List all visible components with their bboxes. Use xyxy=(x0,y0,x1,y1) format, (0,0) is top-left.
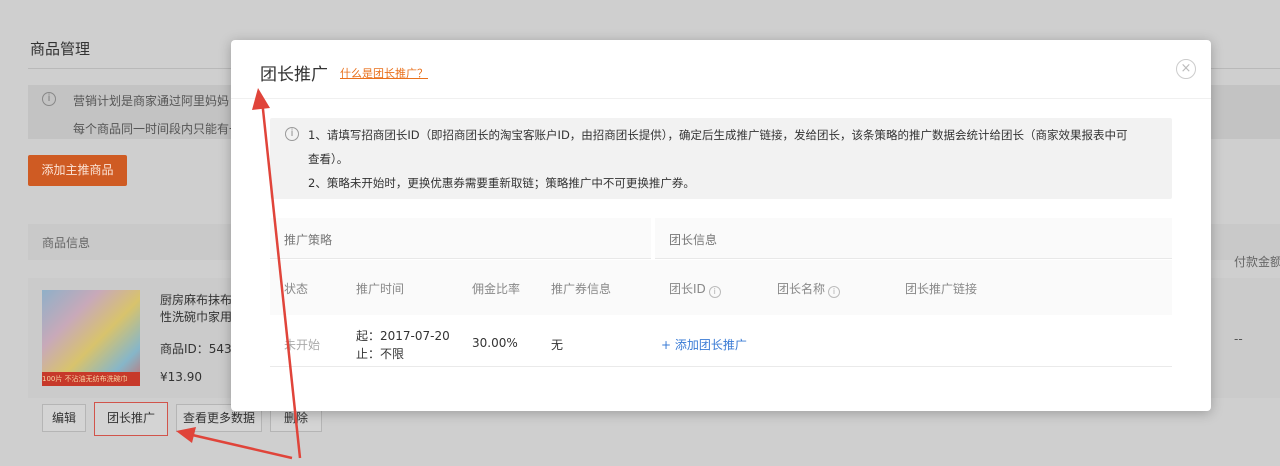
column-commission-rate: 佣金比率 xyxy=(472,282,521,296)
row-start-time: 起：2017-07-20 xyxy=(356,329,450,343)
column-leader-name: 团长名称 i xyxy=(777,280,841,298)
column-leader-link: 团长推广链接 xyxy=(905,282,978,296)
background-notice-line1: 营销计划是商家通过阿里妈妈 xyxy=(73,94,230,108)
dialog-title: 团长推广 xyxy=(260,65,328,85)
row-coupon: 无 xyxy=(551,338,564,352)
page-title: 商品管理 xyxy=(30,40,91,58)
leader-promo-dialog: 团长推广 什么是团长推广？ × i 1、请填写招商团长ID（即招商团长的淘宝客账… xyxy=(231,40,1211,411)
help-icon[interactable]: i xyxy=(828,286,841,298)
product-image-tag: 100片 不沾油无纺布洗碗巾 xyxy=(42,372,140,386)
edit-button[interactable]: 编辑 xyxy=(42,404,86,432)
group-divider xyxy=(655,258,1172,259)
group-divider xyxy=(270,258,651,259)
group-label-strategy: 推广策略 xyxy=(284,233,333,247)
group-header-leader-info: 团长信息 xyxy=(655,218,1172,258)
row-divider xyxy=(270,366,1172,367)
notice-line2: 2、策略未开始时，更换优惠券需要重新取链；策略推广中不可更换推广券。 xyxy=(308,176,695,190)
column-promo-time: 推广时间 xyxy=(356,282,405,296)
pay-amount-value: -- xyxy=(1234,332,1243,346)
close-icon[interactable]: × xyxy=(1176,59,1196,79)
column-leader-id: 团长ID i xyxy=(669,280,721,298)
dialog-notice: i 1、请填写招商团长ID（即招商团长的淘宝客账户ID，由招商团长提供），确定后… xyxy=(270,118,1172,199)
group-label-leader-info: 团长信息 xyxy=(669,233,718,247)
add-main-product-button[interactable]: 添加主推商品 xyxy=(28,155,127,186)
product-id: 商品ID：543 xyxy=(160,342,232,356)
column-header-pay-amount: 付款金额 xyxy=(1234,255,1280,269)
help-icon[interactable]: i xyxy=(708,286,721,298)
column-coupon-info: 推广券信息 xyxy=(551,282,612,296)
product-name[interactable]: 厨房麻布抹布 性洗碗巾家用 xyxy=(160,292,240,326)
dialog-header-divider xyxy=(231,98,1211,99)
what-is-leader-promo-link[interactable]: 什么是团长推广？ xyxy=(340,65,428,81)
product-image: 100片 不沾油无纺布洗碗巾 xyxy=(42,290,140,386)
column-header-row xyxy=(270,260,1172,315)
product-price: ¥13.90 xyxy=(160,370,202,384)
row-end-time: 止：不限 xyxy=(356,347,405,361)
background-notice-line2: 每个商品同一时间段内只能有一 xyxy=(73,122,242,136)
info-icon: i xyxy=(285,127,299,141)
row-commission: 30.00% xyxy=(472,336,518,350)
group-header-strategy: 推广策略 xyxy=(270,218,651,258)
info-icon: i xyxy=(42,92,56,106)
notice-line1-continued: 查看）。 xyxy=(308,152,349,166)
row-status: 未开始 xyxy=(284,338,321,352)
column-status: 状态 xyxy=(284,282,309,296)
notice-line1: 1、请填写招商团长ID（即招商团长的淘宝客账户ID，由招商团长提供），确定后生成… xyxy=(308,128,1128,142)
add-leader-promo-link[interactable]: + 添加团长推广 xyxy=(661,336,747,353)
column-header-product-info: 商品信息 xyxy=(42,236,91,250)
leader-promo-button[interactable]: 团长推广 xyxy=(94,402,168,436)
